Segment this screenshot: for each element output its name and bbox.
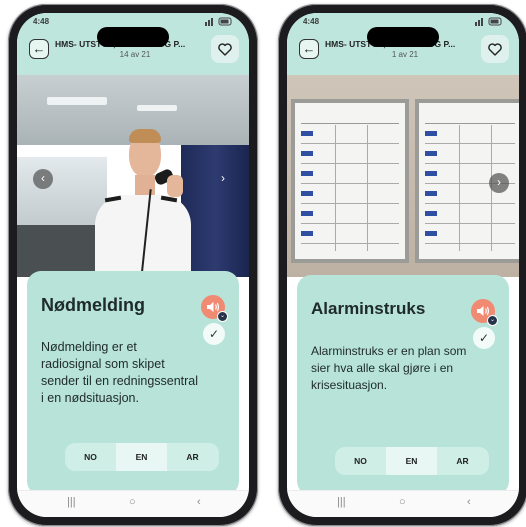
language-switcher: NO EN AR <box>335 447 489 475</box>
chevron-down-icon: ⌄ <box>217 311 228 322</box>
phone-screen-left: ‹ › 4:48 ← HMS- UTSTYR, RUTINER OG P... … <box>17 13 249 517</box>
arrow-left-icon: ← <box>32 41 46 56</box>
back-icon[interactable]: ‹ <box>467 496 471 508</box>
heart-icon <box>488 43 502 56</box>
dynamic-island <box>367 27 439 47</box>
next-image-button[interactable]: › <box>489 173 509 193</box>
language-switcher: NO EN AR <box>65 443 219 471</box>
mark-done-button[interactable]: ✓ <box>203 323 225 345</box>
play-audio-button[interactable]: ⌄ <box>471 299 498 326</box>
heart-icon <box>218 43 232 56</box>
favorite-button[interactable] <box>481 35 509 63</box>
phone-frame-right: › 4:48 ← HMS- UTSTYR, RUTINER OG P... 1 … <box>278 4 526 526</box>
recent-apps-icon[interactable]: ||| <box>337 496 346 508</box>
back-button[interactable]: ← <box>29 39 49 59</box>
lesson-photo <box>287 75 519 277</box>
check-icon: ✓ <box>208 327 220 341</box>
next-image-button[interactable]: › <box>213 169 233 189</box>
chevron-right-icon: › <box>221 171 225 185</box>
slide-counter: 14 av 21 <box>119 50 151 59</box>
slide-counter: 1 av 21 <box>391 50 419 59</box>
android-nav-bar: ||| ○ ‹ <box>17 490 249 517</box>
phone-frame-left: ‹ › 4:48 ← HMS- UTSTYR, RUTINER OG P... … <box>8 4 258 526</box>
previous-image-button[interactable]: ‹ <box>33 169 53 189</box>
play-audio-button[interactable]: ⌄ <box>201 295 228 322</box>
term-title: Alarminstruks <box>311 299 426 318</box>
language-option-en[interactable]: EN <box>386 447 437 475</box>
status-time: 4:48 <box>303 17 320 26</box>
term-title: Nødmelding <box>41 295 145 315</box>
check-icon: ✓ <box>478 331 490 345</box>
term-description: Alarminstruks er en plan som sier hva al… <box>311 344 467 392</box>
phone-screen-right: › 4:48 ← HMS- UTSTYR, RUTINER OG P... 1 … <box>287 13 519 517</box>
language-option-ar[interactable]: AR <box>437 447 488 475</box>
speaker-icon <box>477 306 489 316</box>
language-option-ar[interactable]: AR <box>167 443 218 471</box>
language-option-en[interactable]: EN <box>116 443 167 471</box>
android-nav-bar: ||| ○ ‹ <box>287 490 519 517</box>
arrow-left-icon: ← <box>302 41 316 56</box>
dynamic-island <box>97 27 169 47</box>
chevron-right-icon: › <box>497 175 501 189</box>
back-icon[interactable]: ‹ <box>197 496 201 508</box>
term-description: Nødmelding er et radiosignal som skipet … <box>41 340 199 405</box>
chevron-down-icon: ⌄ <box>487 315 498 326</box>
speaker-icon <box>207 302 219 312</box>
language-option-no[interactable]: NO <box>65 443 116 471</box>
chevron-left-icon: ‹ <box>41 171 45 185</box>
favorite-button[interactable] <box>211 35 239 63</box>
status-time: 4:48 <box>33 17 50 26</box>
term-card: Alarminstruks ⌄ ✓ Alarminstruks er en pl… <box>297 275 509 495</box>
back-button[interactable]: ← <box>299 39 319 59</box>
recent-apps-icon[interactable]: ||| <box>67 496 76 508</box>
status-icons <box>205 17 233 28</box>
term-card: Nødmelding ⌄ ✓ Nødmelding er et radiosig… <box>27 271 239 495</box>
home-icon[interactable]: ○ <box>399 496 406 508</box>
status-icons <box>475 17 503 28</box>
language-option-no[interactable]: NO <box>335 447 386 475</box>
home-icon[interactable]: ○ <box>129 496 136 508</box>
